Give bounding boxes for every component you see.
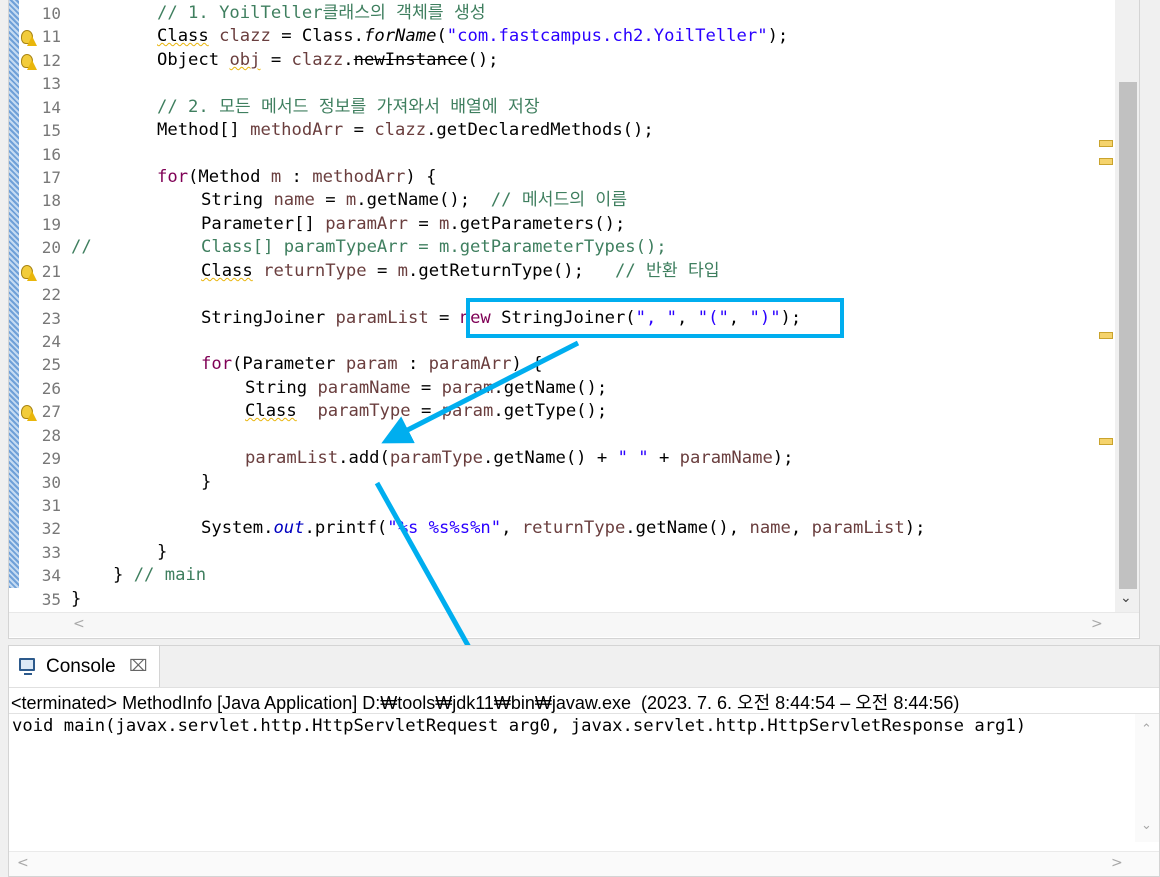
code-line-30: } (201, 472, 212, 492)
warning-quickfix-icon[interactable] (20, 265, 37, 281)
line-number: 29 (41, 449, 61, 468)
line-number-gutter: 10 11 12 13 14 15 16 17 18 19 20 21 22 2… (19, 0, 69, 638)
line-number: 16 (41, 145, 61, 164)
line-number: 10 (41, 4, 61, 23)
line-number: 32 (41, 519, 61, 538)
console-horizontal-scrollbar[interactable]: < > (9, 851, 1159, 876)
code-line-11: Class clazz = Class.forName("com.fastcam… (157, 26, 789, 46)
chevron-left-icon[interactable]: < (73, 616, 85, 632)
line-number: 14 (41, 98, 61, 117)
tab-console[interactable]: Console ⌧ (9, 646, 160, 687)
line-number: 20 (41, 238, 61, 257)
warning-marker[interactable] (1099, 158, 1113, 165)
chevron-down-icon[interactable]: ⌄ (1141, 818, 1152, 833)
line-number: 22 (41, 285, 61, 304)
overview-ruler[interactable] (1099, 80, 1113, 460)
code-line-34: } // main (113, 565, 207, 585)
console-output[interactable]: void main(javax.servlet.http.HttpServlet… (12, 716, 1026, 736)
code-line-15: Method[] methodArr = clazz.getDeclaredMe… (157, 120, 654, 140)
highlight-box (466, 298, 844, 338)
chevron-left-icon[interactable]: < (17, 855, 29, 871)
line-number: 33 (41, 543, 61, 562)
line-number: 13 (41, 74, 61, 93)
line-number: 31 (41, 496, 61, 515)
line-number: 26 (41, 379, 61, 398)
line-number: 25 (41, 355, 61, 374)
editor-horizontal-scrollbar[interactable]: < > (9, 612, 1139, 637)
code-line-20: Class[] paramTypeArr = m.getParameterTyp… (201, 237, 667, 257)
code-line-18: String name = m.getName(); // 메서드의 이름 (201, 190, 628, 210)
line-number: 17 (41, 168, 61, 187)
console-view: Console ⌧ <terminated> MethodInfo [Java … (8, 645, 1160, 877)
editor-scroll-thumb[interactable] (1119, 82, 1137, 589)
line-number: 24 (41, 332, 61, 351)
code-line-32: System.out.printf("%s %s%s%n", returnTyp… (201, 518, 926, 538)
divider (9, 713, 1159, 714)
warning-marker[interactable] (1099, 140, 1113, 147)
warning-quickfix-icon[interactable] (20, 405, 37, 421)
console-status-line: <terminated> MethodInfo [Java Applicatio… (11, 693, 960, 713)
code-line-21: Class returnType = m.getReturnType(); //… (201, 261, 720, 281)
warning-marker[interactable] (1099, 332, 1113, 339)
chevron-down-icon[interactable]: ⌄ (1120, 590, 1132, 606)
editor-vertical-scrollbar[interactable]: ⌄ (1115, 0, 1139, 612)
console-tab-bar: Console ⌧ (9, 646, 1159, 688)
code-line-25: for(Parameter param : paramArr) { (201, 354, 543, 374)
warning-marker[interactable] (1099, 438, 1113, 445)
chevron-right-icon[interactable]: > (1091, 616, 1103, 632)
line-number: 15 (41, 121, 61, 140)
line-number: 30 (41, 473, 61, 492)
code-line-35: } (71, 589, 82, 609)
code-line-14: // 2. 모든 메서드 정보를 가져와서 배열에 저장 (157, 97, 540, 117)
code-line-33: } (157, 542, 168, 562)
console-tab-label: Console (46, 656, 116, 677)
close-icon[interactable]: ⌧ (129, 656, 147, 675)
code-line-26: String paramName = param.getName(); (245, 378, 608, 398)
code-line-17: for(Method m : methodArr) { (157, 167, 437, 187)
console-vertical-scrollbar[interactable]: ⌃ ⌄ (1135, 714, 1159, 842)
line-number: 28 (41, 426, 61, 445)
change-ruler (9, 0, 19, 588)
chevron-up-icon[interactable]: ⌃ (1141, 722, 1152, 737)
warning-quickfix-icon[interactable] (20, 54, 37, 70)
warning-quickfix-icon[interactable] (20, 30, 37, 46)
code-line-20-prefix: // (71, 237, 92, 257)
line-number: 35 (41, 590, 61, 609)
line-number: 23 (41, 309, 61, 328)
line-number: 19 (41, 215, 61, 234)
code-line-29: paramList.add(paramType.getName() + " " … (245, 448, 794, 468)
code-line-19: Parameter[] paramArr = m.getParameters()… (201, 214, 626, 234)
console-icon (19, 658, 35, 675)
line-number: 18 (41, 191, 61, 210)
chevron-right-icon[interactable]: > (1111, 855, 1123, 871)
line-number: 34 (41, 566, 61, 585)
code-line-10: // 1. YoilTeller클래스의 객체를 생성 (157, 3, 486, 23)
code-line-12: Object obj = clazz.newInstance(); (157, 50, 499, 70)
code-line-27: Class paramType = param.getType(); (245, 401, 608, 421)
